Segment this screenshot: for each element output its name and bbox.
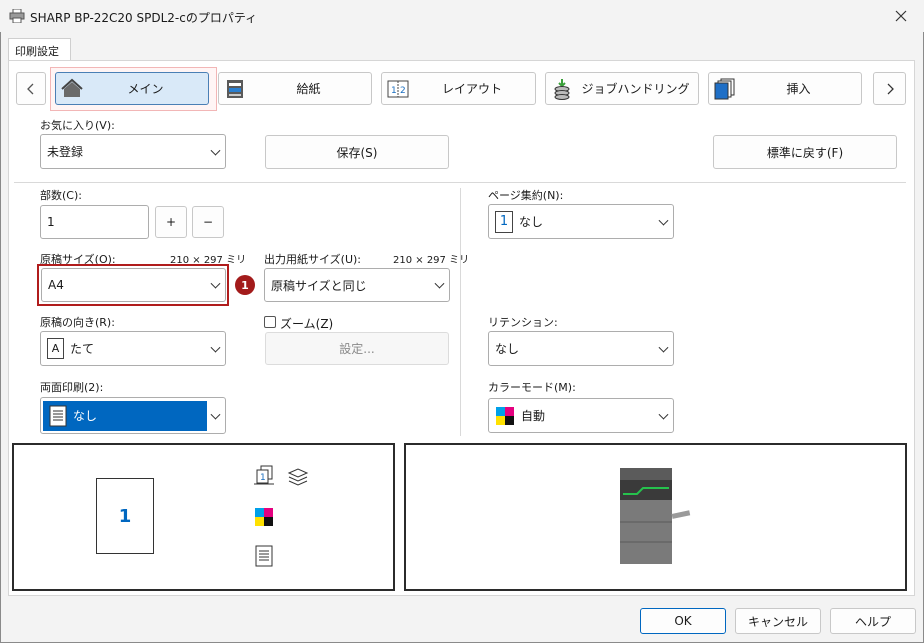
duplex-value: なし [73, 409, 98, 423]
ok-button[interactable]: OK [640, 608, 726, 634]
output-size-dimensions: 210 × 297 ミリ [393, 255, 470, 266]
color-mode-icon [496, 406, 514, 425]
svg-text:2: 2 [400, 86, 406, 96]
chevron-down-icon [658, 342, 669, 353]
step-badge-number: 1 [241, 278, 249, 292]
svg-text:1: 1 [391, 86, 397, 96]
close-icon[interactable] [890, 6, 912, 26]
nav-label: 給紙 [296, 82, 321, 96]
svg-text:1: 1 [260, 473, 266, 483]
nav-prev-button[interactable] [16, 72, 46, 105]
zoom-label: ズーム(Z) [280, 317, 334, 331]
window-title: SHARP BP-22C20 SPDL2-cのプロパティ [30, 11, 258, 25]
favorites-label: お気に入り(V): [40, 119, 115, 132]
output-size-select[interactable]: 原稿サイズと同じ [264, 268, 450, 302]
layout-icon: 12 [387, 80, 409, 97]
chevron-right-icon [887, 83, 894, 94]
color-mode-label: カラーモード(M): [488, 381, 576, 394]
chevron-down-icon [210, 409, 221, 420]
original-size-value: A4 [48, 278, 64, 292]
chevron-down-icon [658, 215, 669, 226]
zoom-settings-button[interactable]: 設定... [265, 332, 449, 365]
orientation-select[interactable]: A たて [40, 331, 226, 366]
insert-pages-icon [714, 78, 735, 99]
chevron-down-icon [210, 342, 221, 353]
nav-tab-paper-source[interactable]: 給紙 [218, 72, 372, 105]
color-mode-value: 自動 [521, 409, 546, 423]
duplex-label: 両面印刷(2): [40, 381, 104, 394]
paper-tray-icon [227, 79, 243, 98]
n-up-label: ページ集約(N): [488, 189, 564, 202]
chevron-down-icon [434, 278, 445, 289]
divider [14, 182, 906, 183]
zoom-checkbox[interactable] [264, 316, 276, 328]
color-mode-select[interactable]: 自動 [488, 398, 674, 433]
simplex-status-icon [255, 545, 273, 567]
orientation-value: たて [70, 342, 95, 356]
original-size-select[interactable]: A4 [41, 268, 226, 302]
copies-increment-button[interactable]: + [155, 206, 187, 238]
duplex-selected-area: なし [43, 400, 207, 431]
favorites-value: 未登録 [47, 145, 84, 159]
color-status-icon [254, 507, 274, 527]
nav-label: レイアウト [441, 82, 502, 96]
copies-label: 部数(C): [40, 189, 82, 202]
duplex-select[interactable]: なし [40, 397, 226, 434]
retention-label: リテンション: [488, 316, 558, 329]
output-size-label: 出力用紙サイズ(U): [264, 253, 362, 266]
n-up-select[interactable]: 1 なし [488, 204, 674, 239]
nav-tab-job-handling[interactable]: ジョブハンドリング [545, 72, 699, 105]
page-preview-pane [12, 443, 395, 591]
printer-image [617, 466, 693, 566]
nav-label: ジョブハンドリング [581, 82, 690, 96]
output-size-value: 原稿サイズと同じ [271, 278, 367, 293]
nav-tab-insert[interactable]: 挿入 [708, 72, 862, 105]
orientation-label: 原稿の向き(R): [40, 316, 115, 329]
portrait-icon: A [47, 338, 64, 359]
n-up-icon: 1 [495, 210, 513, 233]
chevron-down-icon [210, 145, 221, 156]
save-button[interactable]: 保存(S) [265, 135, 449, 169]
favorites-select[interactable]: 未登録 [40, 134, 226, 169]
tab-print-settings[interactable]: 印刷設定 [8, 38, 71, 61]
chevron-down-icon [658, 409, 669, 420]
nav-label: メイン [127, 82, 164, 96]
retention-value: なし [495, 342, 520, 356]
job-handling-icon [554, 78, 570, 100]
document-icon [49, 405, 67, 426]
page-number: 1 [118, 505, 132, 527]
cancel-button[interactable]: キャンセル [735, 608, 821, 634]
step-badge: 1 [235, 275, 255, 295]
printer-icon [9, 8, 25, 24]
nav-next-button[interactable] [873, 72, 906, 105]
copies-decrement-button[interactable]: − [192, 206, 224, 238]
page-preview-sheet: 1 [96, 478, 154, 554]
divider [460, 188, 461, 436]
copies-input[interactable]: 1 [40, 205, 149, 239]
stack-status-icon [287, 467, 309, 487]
nav-label: 挿入 [786, 82, 811, 96]
copies-value: 1 [47, 215, 55, 229]
retention-select[interactable]: なし [488, 331, 674, 366]
chevron-down-icon [210, 278, 221, 289]
home-icon [61, 78, 83, 97]
chevron-left-icon [27, 83, 34, 94]
nav-tab-layout[interactable]: 12 レイアウト [381, 72, 536, 105]
help-button[interactable]: ヘルプ [830, 608, 916, 634]
reset-defaults-button[interactable]: 標準に戻す(F) [713, 135, 897, 169]
nav-tab-main[interactable]: メイン [55, 72, 209, 105]
n-up-value: なし [519, 215, 544, 229]
copies-status-icon: 1 [253, 465, 275, 487]
